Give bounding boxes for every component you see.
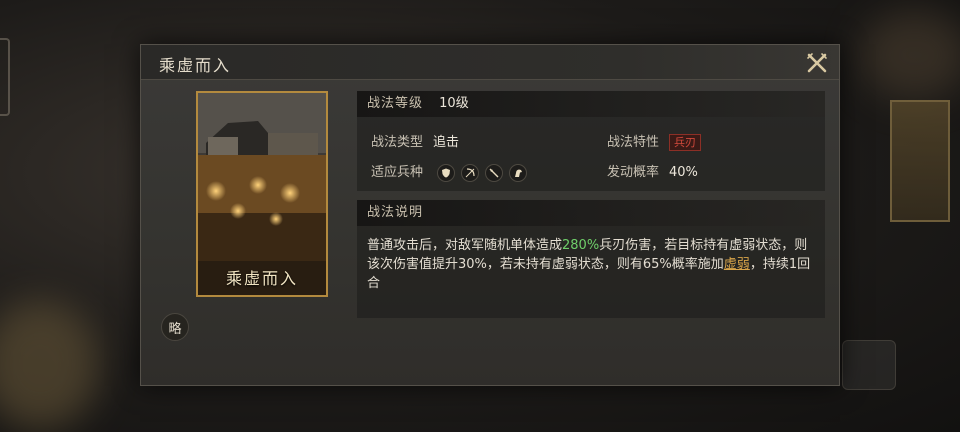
- trigger-chance-label: 发动概率: [607, 165, 660, 180]
- background-light: [860, 10, 960, 100]
- troop-icons: [437, 163, 528, 182]
- troop-type-row: 适应兵种: [371, 161, 528, 182]
- skill-description-panel: 战法说明 普通攻击后，对敌军随机单体造成280%兵刃伤害，若目标持有虚弱状态，则…: [357, 200, 825, 318]
- skill-trait-row: 战法特性 兵刃: [607, 131, 702, 151]
- background-side-panel: [0, 38, 10, 116]
- skill-trait-label: 战法特性: [607, 135, 660, 150]
- skill-trait-tag: 兵刃: [669, 134, 702, 151]
- skill-level-value: 10级: [439, 96, 469, 111]
- skill-type-label: 战法类型: [371, 135, 424, 150]
- skill-level-row: 战法等级 10级: [357, 91, 825, 117]
- bow-icon: [461, 163, 480, 182]
- trigger-chance-value: 40%: [669, 165, 698, 180]
- description-part: 普通攻击后，对敌军随机单体造成: [367, 238, 563, 253]
- skill-attributes-panel: 战法等级 10级 战法类型 追击 战法特性 兵刃 适应兵种 发动概率 40%: [357, 91, 825, 191]
- skill-type-row: 战法类型 追击: [371, 131, 459, 150]
- skill-type-value: 追击: [433, 135, 460, 150]
- background-figure: [0, 300, 100, 430]
- horse-icon: [509, 163, 528, 182]
- skill-card: 乘虚而入: [196, 91, 328, 297]
- dialog-title: 乘虚而入: [159, 56, 232, 75]
- shield-icon: [437, 163, 456, 182]
- description-title: 战法说明: [367, 205, 424, 220]
- status-link-weak[interactable]: 虚弱: [724, 257, 750, 272]
- damage-rate-highlight: 280%: [562, 238, 600, 253]
- description-header: 战法说明: [357, 200, 825, 226]
- background-button: [842, 340, 896, 390]
- troop-type-label: 适应兵种: [371, 165, 424, 180]
- spear-icon: [485, 163, 504, 182]
- skill-level-label: 战法等级: [367, 96, 424, 111]
- background-card: [890, 100, 950, 222]
- trigger-chance-row: 发动概率 40%: [607, 161, 698, 180]
- dialog-header: 乘虚而入: [141, 45, 839, 80]
- close-button[interactable]: [805, 51, 829, 75]
- strategy-type-badge[interactable]: 略: [161, 313, 189, 341]
- close-icon: [807, 53, 827, 73]
- skill-card-title: 乘虚而入: [225, 269, 298, 288]
- skill-detail-dialog: 乘虚而入 乘虚而入 略 战法等级 10级 战法类型 追击 战法特性 兵刃 适应兵…: [140, 44, 840, 386]
- description-text: 普通攻击后，对敌军随机单体造成280%兵刃伤害，若目标持有虚弱状态，则该次伤害值…: [367, 236, 815, 293]
